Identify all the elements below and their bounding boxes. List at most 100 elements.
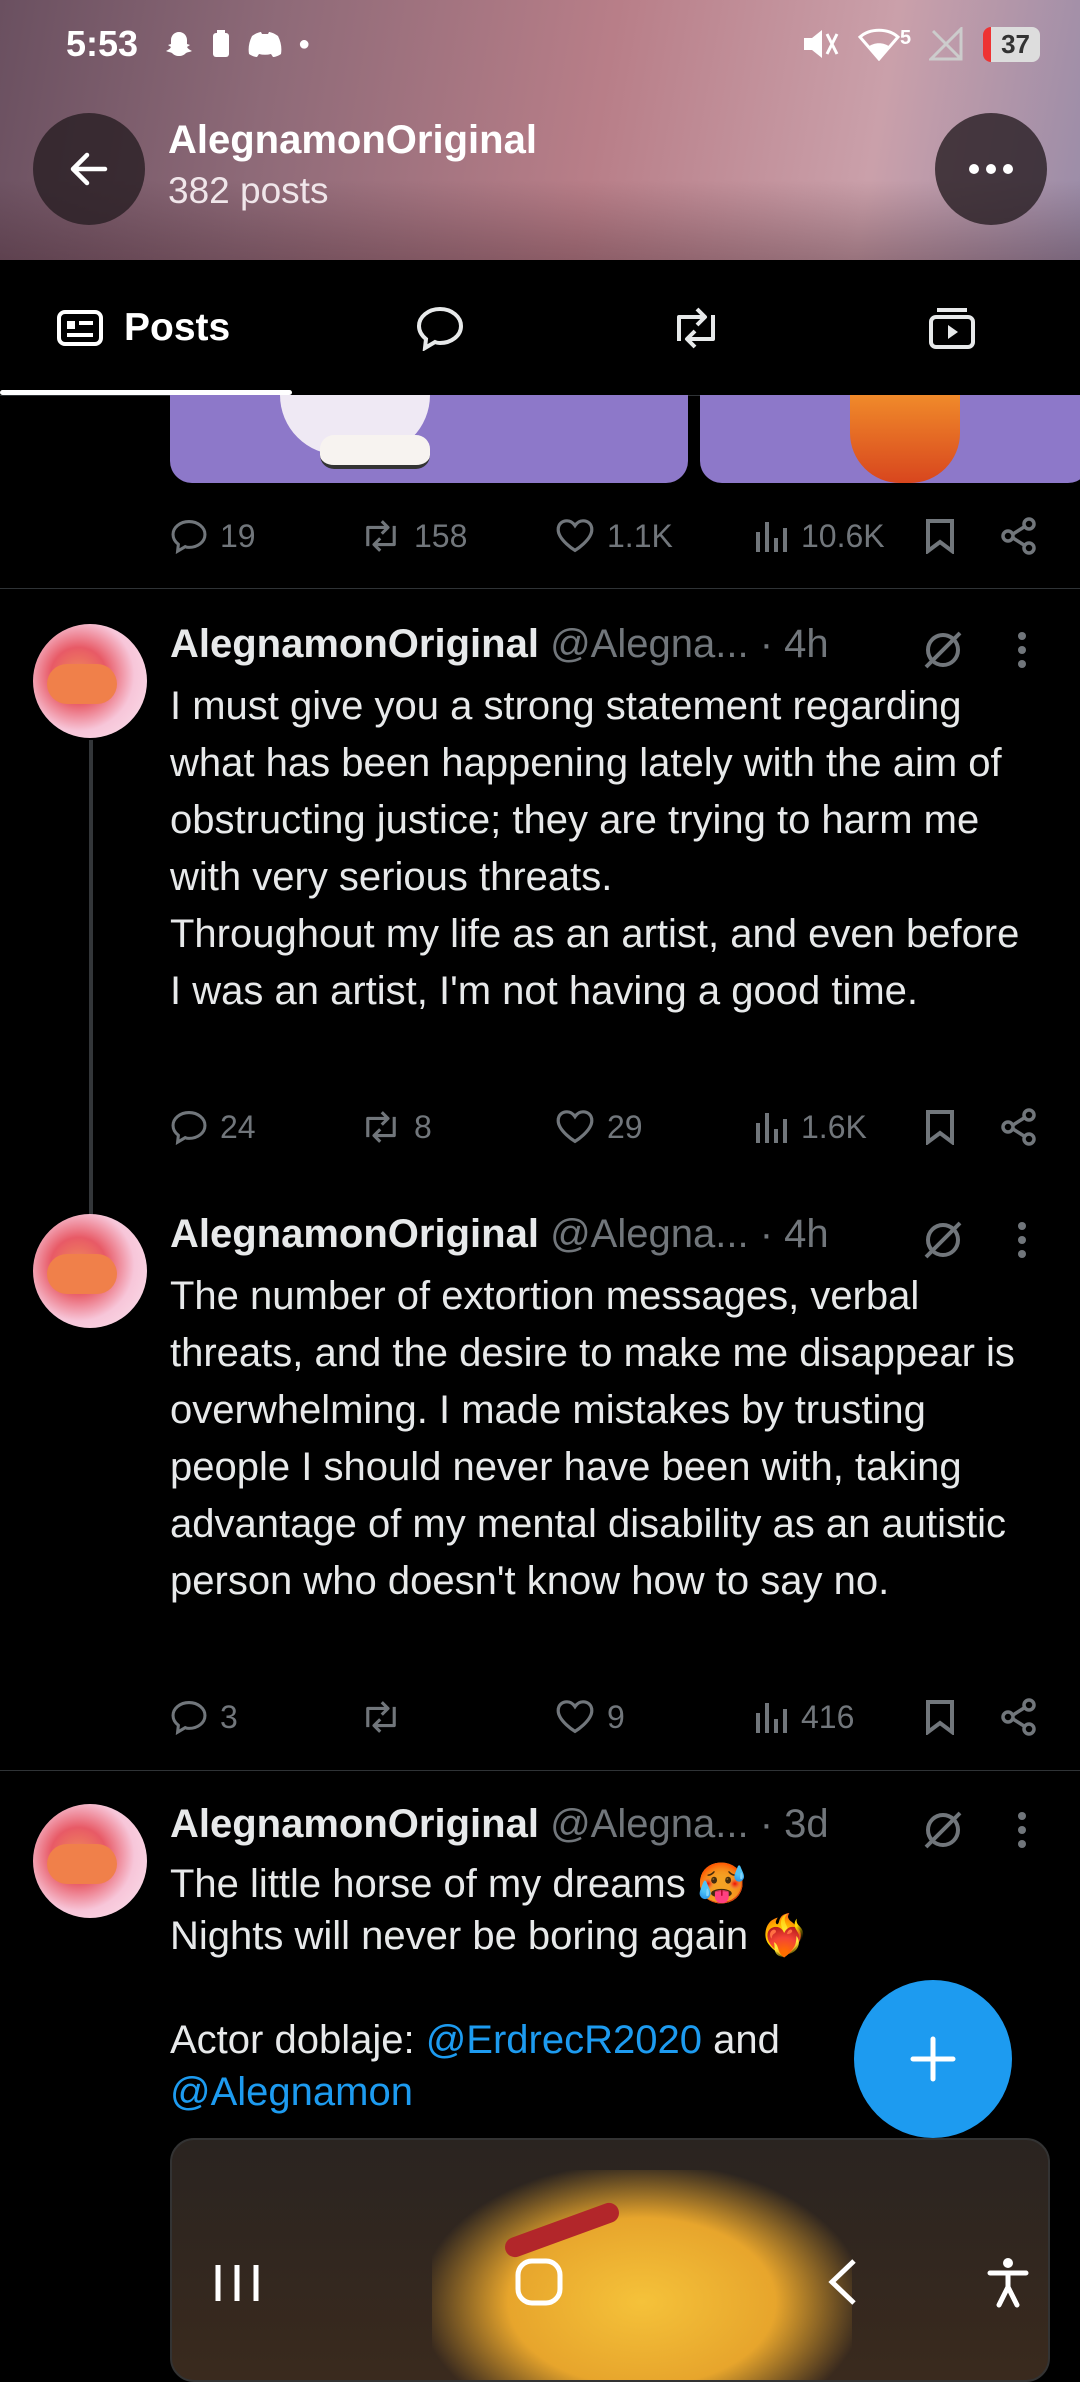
posts-count: 382 posts <box>168 170 329 211</box>
grok-icon[interactable] <box>920 627 966 673</box>
status-time: 5:53 <box>66 23 139 64</box>
post-handle[interactable]: @Alegna... <box>550 1802 749 1846</box>
post-actions: 24 8 29 1.6K <box>170 1097 1050 1157</box>
reply-icon <box>171 1701 207 1735</box>
post-author[interactable]: AlegnamonOriginal <box>170 622 539 666</box>
views-icon <box>756 1703 787 1733</box>
profile-name: AlegnamonOriginal <box>168 118 537 162</box>
mute-icon <box>803 30 839 58</box>
repost-button[interactable]: 158 <box>360 518 467 555</box>
repost-button[interactable] <box>360 1699 414 1735</box>
views-icon <box>756 1113 787 1143</box>
post-handle[interactable]: @Alegna... <box>550 622 749 666</box>
plus-icon <box>910 2036 956 2082</box>
recents-icon[interactable] <box>212 2263 262 2303</box>
views-button[interactable]: 10.6K <box>755 518 885 555</box>
reply-icon <box>171 1111 207 1145</box>
tab-media[interactable] <box>824 260 1080 395</box>
system-nav-bar <box>0 2225 1080 2340</box>
heart-icon <box>556 519 594 553</box>
profile-tabs: Posts <box>0 260 1080 396</box>
post-header: AlegnamonOriginal @Alegna... · 4h <box>170 622 829 667</box>
views-icon <box>756 522 787 552</box>
post-more-icon[interactable] <box>1014 1220 1030 1260</box>
reply-button[interactable]: 3 <box>170 1699 238 1736</box>
home-icon[interactable] <box>514 2257 564 2307</box>
post-line: Nights will never be boring again ❤️‍🔥 <box>170 1914 810 1958</box>
like-button[interactable]: 9 <box>555 1699 625 1736</box>
repost-icon <box>366 1111 396 1143</box>
share-button[interactable] <box>1000 1698 1038 1736</box>
posts-icon <box>57 309 103 346</box>
heart-icon <box>556 1110 594 1144</box>
post-author[interactable]: AlegnamonOriginal <box>170 1802 539 1846</box>
wifi-icon: 5 <box>857 27 911 61</box>
mention-link[interactable]: @Alegnamon <box>170 2070 413 2114</box>
views-button[interactable]: 1.6K <box>755 1109 867 1146</box>
avatar[interactable] <box>33 1214 147 1328</box>
battery-saver-icon <box>213 30 230 57</box>
divider <box>0 588 1080 589</box>
repost-icon <box>366 520 396 552</box>
snapchat-icon <box>166 32 193 56</box>
repost-icon <box>366 1701 396 1733</box>
post-time: · 4h <box>759 622 829 666</box>
reply-icon <box>171 520 207 554</box>
avatar[interactable] <box>33 1804 147 1918</box>
arrow-left-icon <box>70 152 108 186</box>
previous-post-image-1[interactable] <box>170 395 688 483</box>
discord-icon <box>248 32 282 57</box>
share-icon <box>1001 1698 1036 1736</box>
media-icon <box>929 307 975 349</box>
post-line: The little horse of my dreams 🥵 <box>170 1862 747 1906</box>
share-button[interactable] <box>1000 1108 1038 1146</box>
more-horizontal-icon <box>969 164 1013 174</box>
post-handle[interactable]: @Alegna... <box>550 1212 749 1256</box>
heart-icon <box>556 1700 594 1734</box>
status-bar: 5:53 ● 5 37 <box>66 22 1040 66</box>
tab-posts[interactable]: Posts <box>0 260 312 395</box>
post-text: The number of extortion messages, verbal… <box>170 1274 1015 1603</box>
grok-icon[interactable] <box>920 1807 966 1853</box>
post-time: · 3d <box>759 1802 829 1846</box>
like-button[interactable]: 29 <box>555 1109 643 1146</box>
post-actions: 3 9 416 <box>170 1687 1050 1747</box>
post-author[interactable]: AlegnamonOriginal <box>170 1212 539 1256</box>
tab-replies[interactable] <box>312 260 568 395</box>
grok-icon[interactable] <box>920 1217 966 1263</box>
divider <box>0 1770 1080 1771</box>
reply-button[interactable]: 24 <box>170 1109 256 1146</box>
post-time: · 4h <box>759 1212 829 1256</box>
repost-button[interactable]: 8 <box>360 1109 432 1146</box>
battery-indicator: 37 <box>983 26 1040 62</box>
previous-post-image-2[interactable] <box>700 395 1080 483</box>
share-button[interactable] <box>1000 517 1038 555</box>
no-signal-icon <box>929 27 963 61</box>
bookmark-button[interactable] <box>925 1699 955 1735</box>
more-options-button[interactable] <box>935 113 1047 225</box>
repost-icon <box>677 307 715 348</box>
bookmark-icon <box>926 1110 954 1145</box>
notification-icons: ● <box>164 29 310 59</box>
compose-button[interactable] <box>854 1980 1012 2138</box>
accessibility-icon[interactable] <box>986 2257 1030 2309</box>
post-more-icon[interactable] <box>1014 1810 1030 1850</box>
thread-line <box>89 740 93 1220</box>
mention-link[interactable]: @ErdrecR2020 <box>426 2018 702 2062</box>
avatar[interactable] <box>33 624 147 738</box>
post-text: I must give you a strong statement regar… <box>170 684 1020 1013</box>
back-button[interactable] <box>33 113 145 225</box>
reply-button[interactable]: 19 <box>170 518 256 555</box>
share-icon <box>1001 1108 1036 1146</box>
bookmark-button[interactable] <box>925 1109 955 1145</box>
post-header: AlegnamonOriginal @Alegna... · 4h <box>170 1212 829 1257</box>
bookmark-button[interactable] <box>925 518 955 554</box>
back-nav-icon[interactable] <box>826 2257 860 2307</box>
tab-reposts[interactable] <box>568 260 824 395</box>
previous-post-actions: 19 158 1.1K 10.6K <box>170 506 1050 566</box>
bookmark-icon <box>926 519 954 554</box>
post-more-icon[interactable] <box>1014 630 1030 670</box>
like-button[interactable]: 1.1K <box>555 518 673 555</box>
post-header: AlegnamonOriginal @Alegna... · 3d <box>170 1802 829 1847</box>
views-button[interactable]: 416 <box>755 1699 854 1736</box>
